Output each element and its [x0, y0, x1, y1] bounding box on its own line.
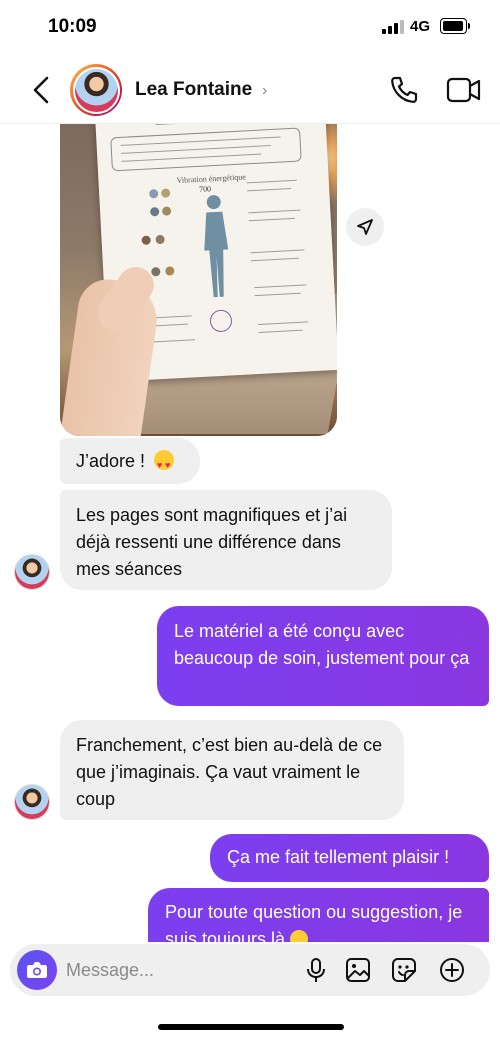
- sender-avatar[interactable]: [14, 554, 50, 590]
- message-input[interactable]: [66, 954, 286, 986]
- signal-strength-icon: [382, 20, 404, 34]
- contact-name[interactable]: Lea Fontaine: [135, 79, 252, 101]
- video-camera-icon: [446, 77, 481, 103]
- message-bubble-outgoing[interactable]: Pour toute question ou suggestion, je su…: [148, 888, 489, 942]
- message-bubble-incoming[interactable]: J’adore !: [60, 438, 200, 484]
- network-type: 4G: [410, 18, 431, 35]
- battery-icon: [440, 18, 470, 34]
- home-indicator[interactable]: [158, 1024, 344, 1030]
- message-text: Le matériel a été conçu avec beaucoup de…: [174, 621, 470, 668]
- camera-button[interactable]: [17, 950, 57, 990]
- gallery-button[interactable]: [344, 956, 372, 984]
- status-time: 10:09: [48, 16, 97, 37]
- back-button[interactable]: [26, 72, 56, 108]
- sender-avatar[interactable]: [14, 784, 50, 820]
- chevron-right-icon[interactable]: ›: [262, 82, 267, 100]
- message-composer: [10, 944, 490, 996]
- contact-avatar[interactable]: [70, 64, 122, 116]
- chat-header: Lea Fontaine ›: [0, 56, 500, 124]
- microphone-button[interactable]: [302, 956, 330, 984]
- back-arrow-icon: [33, 76, 49, 104]
- send-arrow-icon: [357, 219, 373, 235]
- phone-icon: [391, 76, 418, 103]
- sticker-icon: [392, 958, 416, 982]
- video-call-button[interactable]: [446, 74, 482, 106]
- message-text: Pour toute question ou suggestion, je su…: [165, 902, 463, 942]
- message-bubble-incoming[interactable]: Franchement, c’est bien au-delà de ce qu…: [60, 720, 404, 820]
- share-button[interactable]: [346, 208, 384, 246]
- smiling-face-emoji-icon: [290, 930, 309, 942]
- sticker-button[interactable]: [390, 956, 418, 984]
- document-title: Vibration énergétique: [176, 172, 247, 186]
- microphone-icon: [307, 958, 325, 982]
- more-options-button[interactable]: [438, 956, 466, 984]
- status-bar: 10:09 4G: [0, 0, 500, 56]
- message-text: Franchement, c’est bien au-delà de ce qu…: [76, 735, 383, 809]
- message-text: Les pages sont magnifiques et j’ai déjà …: [76, 505, 348, 579]
- message-bubble-outgoing[interactable]: Ça me fait tellement plaisir !: [210, 834, 489, 882]
- message-text: Ça me fait tellement plaisir !: [227, 847, 450, 867]
- message-bubble-outgoing[interactable]: Le matériel a été conçu avec beaucoup de…: [157, 606, 489, 706]
- photo-message[interactable]: Vibration énergétique 700: [60, 124, 337, 436]
- audio-call-button[interactable]: [388, 74, 420, 106]
- message-text: J’adore !: [76, 451, 151, 471]
- stamp-icon: [209, 309, 233, 333]
- plus-circle-icon: [440, 958, 464, 982]
- heart-eyes-emoji-icon: [154, 450, 175, 479]
- human-figure-icon: [204, 195, 229, 298]
- camera-icon: [27, 962, 47, 978]
- message-thread[interactable]: Vibration énergétique 700 J’adore ! ♥ ♥ …: [0, 124, 500, 942]
- image-icon: [346, 958, 370, 982]
- message-bubble-incoming[interactable]: Les pages sont magnifiques et j’ai déjà …: [60, 490, 392, 590]
